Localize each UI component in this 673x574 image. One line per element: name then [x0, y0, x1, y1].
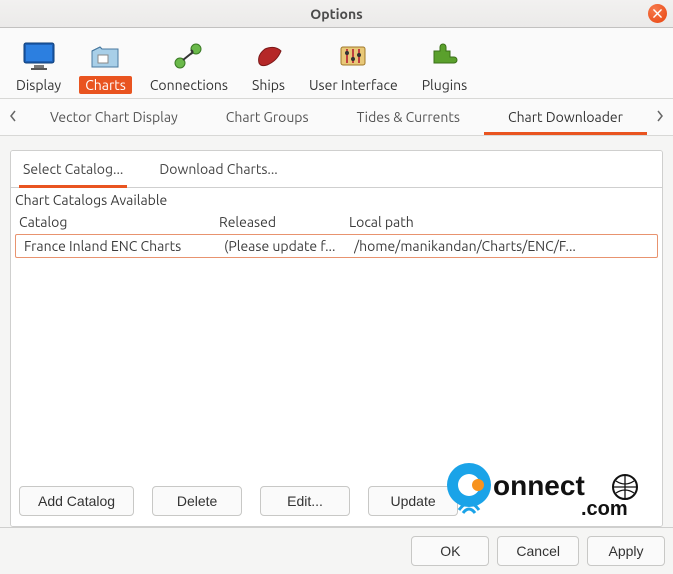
- downloader-panel: Select Catalog... Download Charts... Cha…: [10, 150, 663, 527]
- chevron-right-icon: [656, 110, 664, 122]
- inner-tab-download-charts[interactable]: Download Charts...: [155, 157, 281, 187]
- add-catalog-button[interactable]: Add Catalog: [19, 486, 134, 516]
- tab-strip: Vector Chart Display Chart Groups Tides …: [0, 98, 673, 136]
- tab-scroll-left[interactable]: [0, 109, 26, 125]
- update-button[interactable]: Update: [368, 486, 458, 516]
- edit-button[interactable]: Edit...: [260, 486, 350, 516]
- user-interface-icon: [333, 36, 373, 76]
- tab-chart-downloader[interactable]: Chart Downloader: [484, 99, 647, 135]
- tab-chart-groups[interactable]: Chart Groups: [202, 99, 333, 135]
- table-header: Catalog Released Local path: [11, 210, 662, 234]
- inner-tab-strip: Select Catalog... Download Charts...: [11, 151, 662, 188]
- tab-vector-chart-display[interactable]: Vector Chart Display: [26, 99, 202, 135]
- connections-icon: [169, 36, 209, 76]
- toolbar-item-user-interface[interactable]: User Interface: [297, 36, 410, 98]
- section-heading: Chart Catalogs Available: [11, 188, 662, 210]
- toolbar-item-ships[interactable]: Ships: [240, 36, 297, 98]
- display-icon: [19, 36, 59, 76]
- toolbar-label: Ships: [246, 76, 291, 94]
- dialog-footer: OK Cancel Apply: [0, 527, 673, 574]
- toolbar-item-charts[interactable]: Charts: [73, 36, 138, 98]
- tab-scroll-right[interactable]: [647, 109, 673, 125]
- toolbar-label: Plugins: [416, 76, 474, 94]
- close-window-button[interactable]: [648, 4, 667, 23]
- chevron-left-icon: [9, 110, 17, 122]
- close-icon: [653, 9, 662, 18]
- cell-released: (Please update f...: [224, 238, 354, 254]
- apply-button[interactable]: Apply: [587, 536, 665, 566]
- toolbar-label: User Interface: [303, 76, 404, 94]
- cancel-button[interactable]: Cancel: [497, 536, 579, 566]
- toolbar-item-connections[interactable]: Connections: [138, 36, 240, 98]
- cell-local-path: /home/manikandan/Charts/ENC/F...: [354, 238, 649, 254]
- toolbar-item-display[interactable]: Display: [4, 36, 73, 98]
- column-header-local-path[interactable]: Local path: [349, 214, 654, 230]
- window-title: Options: [310, 6, 363, 22]
- tab-tides-currents[interactable]: Tides & Currents: [333, 99, 484, 135]
- main-toolbar: Display Charts Connections Ships User In…: [0, 28, 673, 98]
- cell-catalog: France Inland ENC Charts: [24, 238, 224, 254]
- ships-icon: [249, 36, 289, 76]
- toolbar-item-plugins[interactable]: Plugins: [410, 36, 480, 98]
- catalog-actions: Add Catalog Delete Edit... Update: [11, 476, 662, 526]
- content-area: Select Catalog... Download Charts... Cha…: [0, 136, 673, 527]
- charts-icon: [86, 36, 126, 76]
- plugins-icon: [424, 36, 464, 76]
- toolbar-label: Charts: [79, 76, 132, 94]
- toolbar-label: Connections: [144, 76, 234, 94]
- title-bar: Options: [0, 0, 673, 28]
- ok-button[interactable]: OK: [411, 536, 489, 566]
- inner-tab-select-catalog[interactable]: Select Catalog...: [19, 157, 127, 188]
- delete-button[interactable]: Delete: [152, 486, 242, 516]
- table-body: France Inland ENC Charts (Please update …: [11, 234, 662, 476]
- toolbar-label: Display: [10, 76, 67, 94]
- column-header-catalog[interactable]: Catalog: [19, 214, 219, 230]
- table-row[interactable]: France Inland ENC Charts (Please update …: [15, 234, 658, 258]
- column-header-released[interactable]: Released: [219, 214, 349, 230]
